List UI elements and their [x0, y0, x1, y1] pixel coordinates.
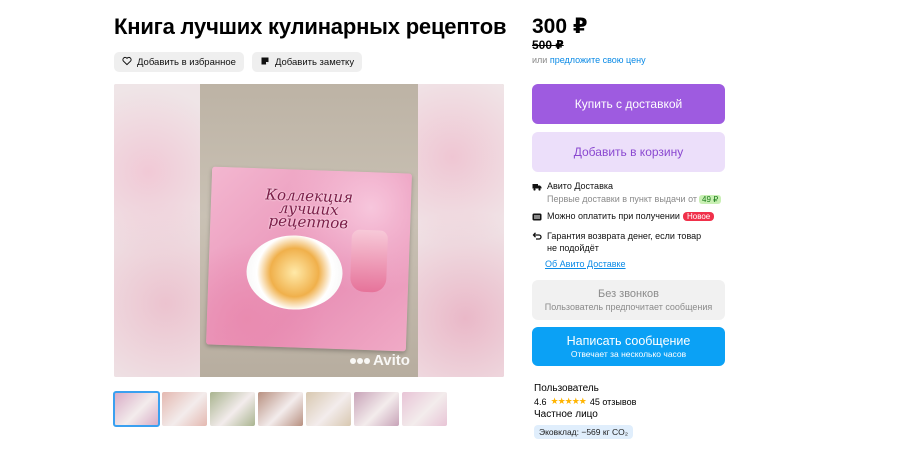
seller-name-link[interactable]: Пользователь	[534, 383, 599, 394]
book-cover: Коллекция лучших рецептов	[205, 166, 413, 352]
buy-with-delivery-button[interactable]: Купить с доставкой	[532, 84, 725, 124]
delivery-subtitle: Первые доставки в пункт выдачи от 49 ₽	[547, 194, 722, 204]
guarantee-feature: Гарантия возврата денег, если товар не п…	[532, 230, 701, 254]
main-photo[interactable]: Коллекция лучших рецептов Avito	[200, 84, 418, 377]
seller-type: Частное лицо	[534, 409, 598, 420]
avito-logo-icon	[350, 357, 370, 364]
gallery-thumbnail[interactable]	[162, 392, 207, 426]
reviews-link[interactable]: 45 отзывов	[590, 397, 637, 407]
write-message-button[interactable]: Написать сообщение Отвечает за несколько…	[532, 327, 725, 366]
add-favorite-label: Добавить в избранное	[137, 56, 236, 68]
add-favorite-button[interactable]: Добавить в избранное	[114, 52, 244, 72]
delivery-price-badge: 49 ₽	[699, 195, 722, 204]
guarantee-line-1: Гарантия возврата денег, если товар	[547, 231, 702, 241]
seller-rating: 4.6 ★★★★★ 45 отзывов	[534, 396, 636, 407]
eco-contribution-badge[interactable]: Эковклад: −569 кг CO₂	[534, 425, 634, 439]
listing-actions: Добавить в избранное Добавить заметку	[114, 52, 363, 72]
dessert-plate-image	[245, 233, 344, 312]
gallery-thumbnail[interactable]	[113, 391, 160, 427]
delivery-text: Авито Доставка Первые доставки в пункт в…	[547, 181, 722, 204]
pay-on-receive-text: Можно оплатить при получении Новое	[547, 211, 715, 224]
gallery-thumbnail[interactable]	[258, 392, 303, 426]
delivery-subtitle-text: Первые доставки в пункт выдачи от	[547, 194, 698, 204]
photo-gallery[interactable]: Коллекция лучших рецептов Avito	[114, 84, 504, 377]
rating-value: 4.6	[534, 396, 547, 407]
write-message-title: Написать сообщение	[566, 334, 691, 348]
book-cover-title: Коллекция лучших рецептов	[265, 185, 354, 233]
wallet-icon	[532, 211, 542, 224]
offer-price-line: или предложите свою цену	[532, 55, 646, 65]
truck-icon	[532, 181, 542, 204]
guarantee-line-2: не подойдёт	[547, 243, 599, 253]
add-to-cart-button[interactable]: Добавить в корзину	[532, 132, 725, 172]
add-note-button[interactable]: Добавить заметку	[251, 52, 363, 72]
rating-stars-icon: ★★★★★	[550, 396, 587, 406]
price: 300 ₽	[532, 15, 588, 38]
pay-on-receive-label: Можно оплатить при получении	[547, 211, 680, 221]
smoothie-glass-image	[349, 229, 389, 293]
note-icon	[260, 56, 270, 69]
delivery-title: Авито Доставка	[547, 181, 613, 191]
pay-on-receive-feature: Можно оплатить при получении Новое	[532, 211, 715, 224]
gallery-thumbnail[interactable]	[210, 392, 255, 426]
write-message-subtitle: Отвечает за несколько часов	[570, 349, 687, 359]
no-calls-title: Без звонков	[597, 288, 660, 300]
gallery-blur-right	[418, 84, 504, 377]
avito-watermark-text: Avito	[373, 352, 410, 369]
gallery-thumbnail[interactable]	[402, 392, 447, 426]
heart-icon	[122, 56, 132, 69]
return-arrow-icon	[532, 230, 542, 254]
about-delivery-link[interactable]: Об Авито Доставке	[545, 259, 626, 269]
delivery-feature: Авито Доставка Первые доставки в пункт в…	[532, 181, 722, 204]
new-badge: Новое	[682, 212, 715, 221]
add-note-label: Добавить заметку	[274, 56, 355, 68]
guarantee-text: Гарантия возврата денег, если товар не п…	[547, 230, 701, 254]
gallery-blur-left	[114, 84, 200, 377]
offer-prefix: или	[532, 55, 548, 65]
no-calls-subtitle: Пользователь предпочитает сообщения	[544, 302, 713, 312]
gallery-thumbnail[interactable]	[354, 392, 399, 426]
avito-watermark: Avito	[350, 352, 410, 369]
offer-price-link[interactable]: предложите свою цену	[550, 55, 646, 65]
thumbnail-strip	[113, 391, 447, 427]
gallery-thumbnail[interactable]	[306, 392, 351, 426]
old-price: 500 ₽	[532, 38, 564, 52]
page-title: Книга лучших кулинарных рецептов	[114, 14, 507, 39]
no-calls-notice: Без звонков Пользователь предпочитает со…	[532, 280, 725, 320]
